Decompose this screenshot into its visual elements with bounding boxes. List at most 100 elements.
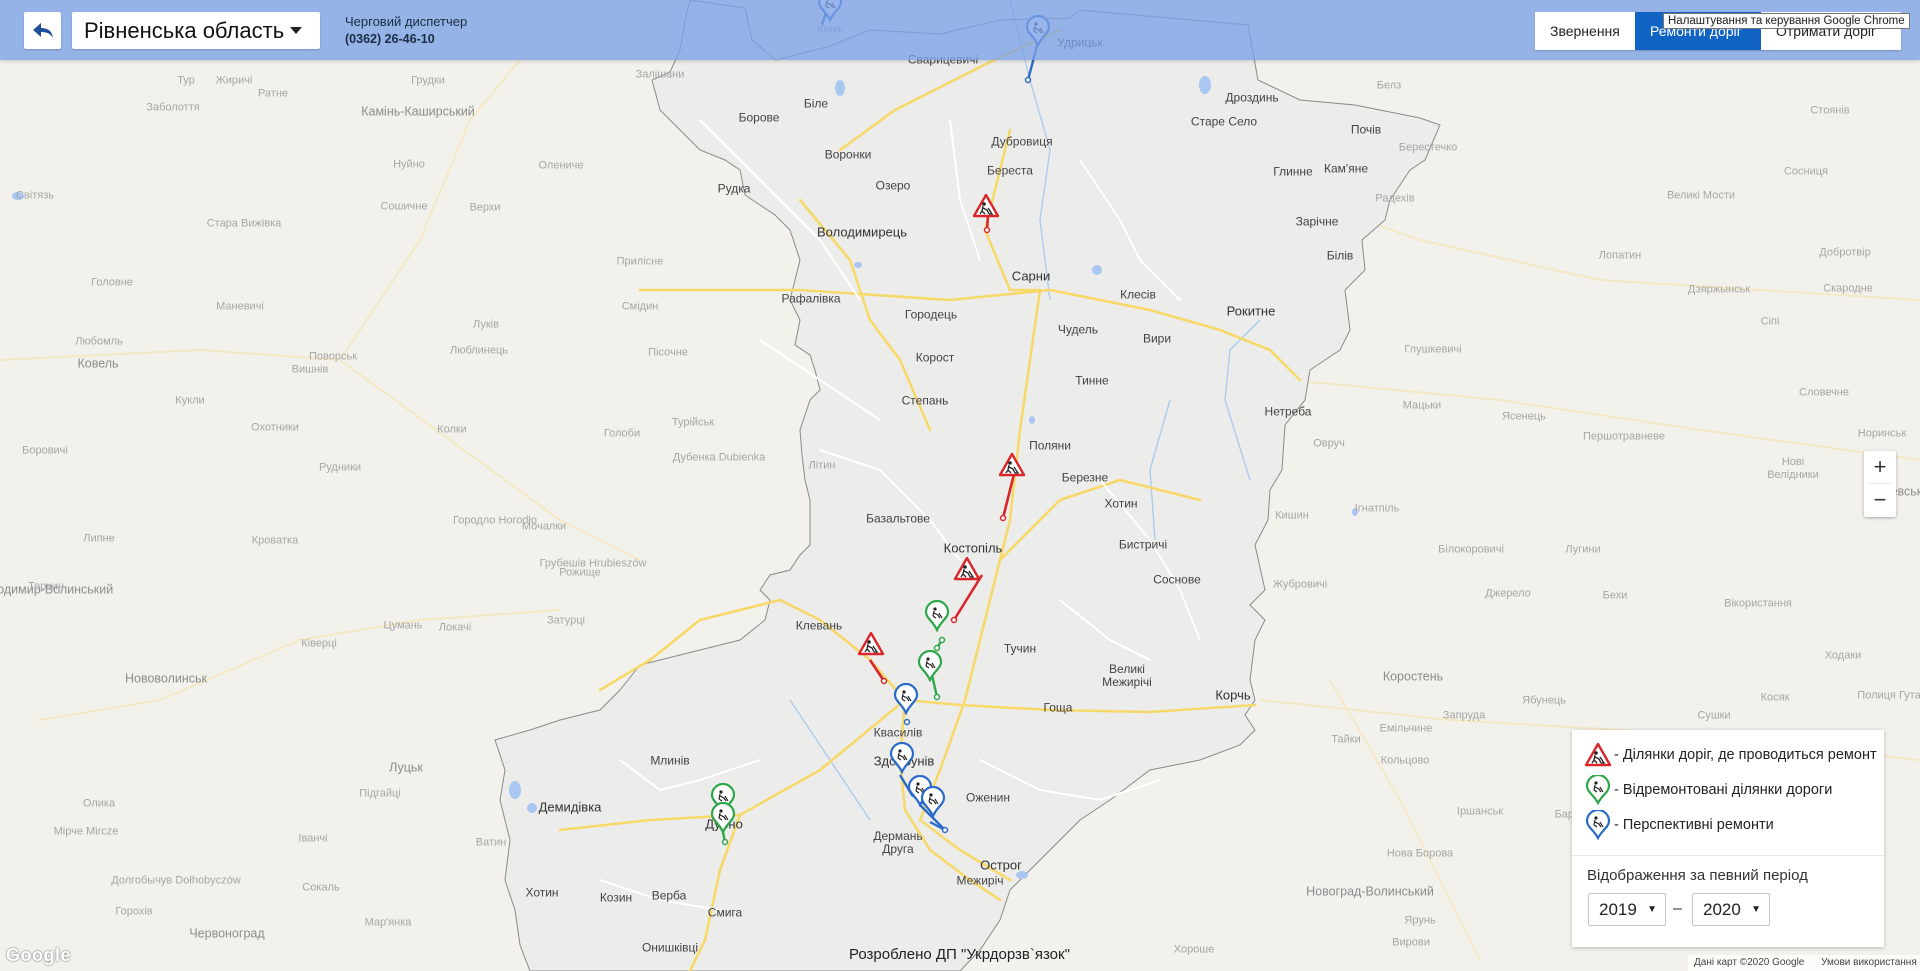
neighbor-place-label: Липне — [83, 532, 115, 545]
neighbor-place-label: Сосниця — [1783, 165, 1829, 178]
neighbor-place-label: Стара Вижівка — [206, 217, 282, 230]
neighbor-place-label: Дзяржынськ — [1687, 283, 1751, 296]
map-attribution: Дані карт ©2020 Google Умови використанн… — [1688, 955, 1920, 971]
place-label: Онишківці — [641, 940, 699, 955]
neighbor-place-label: Колки — [437, 423, 467, 436]
place-label: Поляни — [1029, 438, 1071, 453]
place-label: Рудка — [717, 181, 751, 196]
legend-item-repaired: - Відремонтовані ділянки дороги — [1584, 775, 1832, 805]
region-dropdown[interactable]: Рівненська область — [72, 12, 320, 49]
neighbor-place-label: Прилісне — [616, 255, 664, 268]
terms-link[interactable]: Умови використання — [1821, 957, 1917, 968]
neighbor-place-label: Нові Велідники — [1767, 456, 1819, 481]
neighbor-place-label: Білокоровичі — [1438, 543, 1504, 556]
year-from-select[interactable]: 2019 ▼ — [1588, 893, 1666, 926]
neighbor-place-label: Емільчине — [1379, 722, 1433, 735]
neighbor-place-label: Ківерці — [301, 637, 337, 650]
neighbor-place-label: Ярунь — [1404, 914, 1436, 927]
neighbor-place-label: Горохів — [115, 905, 153, 918]
place-label: Великі Межирічі — [1102, 662, 1152, 689]
neighbor-place-label: Пісочне — [648, 346, 688, 359]
neighbor-place-label: Ходаки — [1824, 649, 1862, 662]
year-to-select[interactable]: 2020 ▼ — [1692, 893, 1770, 926]
zoom-out-button[interactable]: − — [1864, 484, 1896, 516]
neighbor-place-label: Тур — [177, 74, 195, 87]
neighbor-place-label: Лiтин — [808, 459, 836, 472]
neighbor-place-label: Люблинець — [449, 344, 509, 357]
neighbor-place-label: Кольцово — [1380, 754, 1430, 767]
back-button[interactable] — [24, 12, 61, 49]
place-label: Костопіль — [943, 540, 1003, 556]
neighbor-place-label: Добротвір — [1819, 246, 1871, 259]
year-to-value: 2020 — [1703, 899, 1741, 919]
neighbor-place-label: Сошичне — [380, 200, 428, 213]
neighbor-place-label: Цумань — [383, 619, 423, 632]
neighbor-place-label: Залішани — [635, 68, 685, 81]
neighbor-place-label: Рудники — [318, 461, 362, 474]
place-label: Соснове — [1153, 572, 1201, 587]
neighbor-place-label: Сокаль — [302, 881, 340, 894]
neighbor-place-label: Радехів — [1375, 192, 1415, 205]
chevron-down-icon — [290, 27, 303, 34]
developer-credit: Розроблено ДП "Укрдорзв`язок" — [849, 946, 1070, 963]
neighbor-place-label: Ябунець — [1522, 694, 1566, 707]
neighbor-place-label: Мочалки — [521, 520, 567, 533]
place-label: Воронки — [824, 147, 872, 162]
neighbor-place-label: Луків — [473, 318, 499, 331]
neighbor-place-label: Нова Борова — [1386, 847, 1454, 860]
place-label: Нетреба — [1264, 404, 1312, 419]
place-label: Борове — [738, 110, 780, 125]
place-label: Оженин — [966, 790, 1010, 805]
neighbor-place-label: Сіпі — [1760, 315, 1780, 328]
neighbor-place-label: Долгобычув Dołhobyczów — [111, 874, 241, 887]
place-label: Межиріч — [956, 873, 1004, 888]
place-label: Почів — [1350, 122, 1382, 137]
neighbor-place-label: Кроватка — [251, 534, 299, 547]
place-label: Корост — [915, 350, 955, 365]
neighbor-place-label: Сушки — [1697, 709, 1731, 722]
place-label: Чудель — [1057, 322, 1099, 337]
tab-appeals[interactable]: Звернення — [1535, 12, 1635, 50]
neighbor-place-label: Олениче — [538, 159, 584, 172]
select-arrow-icon: ▼ — [1647, 904, 1657, 915]
year-from-value: 2019 — [1599, 899, 1637, 919]
neighbor-place-label: Запруда — [1442, 709, 1486, 722]
neighbor-place-label: Коростень — [1382, 669, 1444, 684]
road-works-pin-blue-icon — [1585, 810, 1611, 840]
neighbor-place-label: Джерело — [1485, 587, 1531, 600]
place-label: Березне — [1061, 470, 1109, 485]
neighbor-place-label: Локачі — [438, 621, 472, 634]
neighbor-place-label: Грудки — [411, 74, 445, 87]
place-label: Глинне — [1273, 164, 1313, 179]
neighbor-place-label: Ковель — [77, 356, 119, 371]
road-works-warning-icon — [1584, 742, 1612, 767]
legend-label-repaired: - Відремонтовані ділянки дороги — [1614, 782, 1833, 798]
neighbor-place-label: Ясенець — [1502, 410, 1546, 423]
zoom-control: + − — [1864, 451, 1896, 517]
place-label: Дермань Друга — [873, 829, 923, 856]
legend-divider — [1572, 855, 1884, 856]
neighbor-place-label: Світязь — [15, 189, 55, 202]
neighbor-place-label: Нововолинськ — [124, 671, 208, 686]
neighbor-place-label: Тайки — [1331, 733, 1361, 746]
neighbor-place-label: Жиричі — [215, 74, 253, 87]
place-label: Білів — [1326, 248, 1354, 263]
place-label: Корчь — [1215, 687, 1251, 703]
map-data-credit[interactable]: Дані карт ©2020 Google — [1694, 957, 1804, 968]
neighbor-place-label: Грубешів Hrubieszów — [539, 557, 647, 570]
header-bar: Рівненська область Черговий диспетчер (0… — [0, 0, 1920, 60]
legend-item-repair: - Ділянки доріг, де проводиться ремонт — [1584, 742, 1877, 768]
dispatcher-label: Черговий диспетчер — [345, 14, 468, 29]
place-label: Тучин — [1003, 641, 1037, 656]
neighbor-place-label: Олика — [82, 797, 116, 810]
neighbor-place-label: Турійськ — [671, 416, 715, 429]
dispatcher-phone[interactable]: (0362) 26-46-10 — [345, 32, 467, 46]
google-logo[interactable]: Google — [6, 945, 71, 966]
neighbor-place-label: Камінь-Каширський — [361, 104, 475, 119]
neighbor-place-label: Бехи — [1602, 589, 1628, 602]
neighbor-place-label: Белз — [1376, 79, 1402, 92]
neighbor-place-label: Мірче Mircze — [53, 825, 119, 838]
zoom-in-button[interactable]: + — [1864, 451, 1896, 483]
dispatcher-info: Черговий диспетчер (0362) 26-46-10 — [345, 14, 467, 46]
place-label: Острог — [980, 857, 1022, 873]
